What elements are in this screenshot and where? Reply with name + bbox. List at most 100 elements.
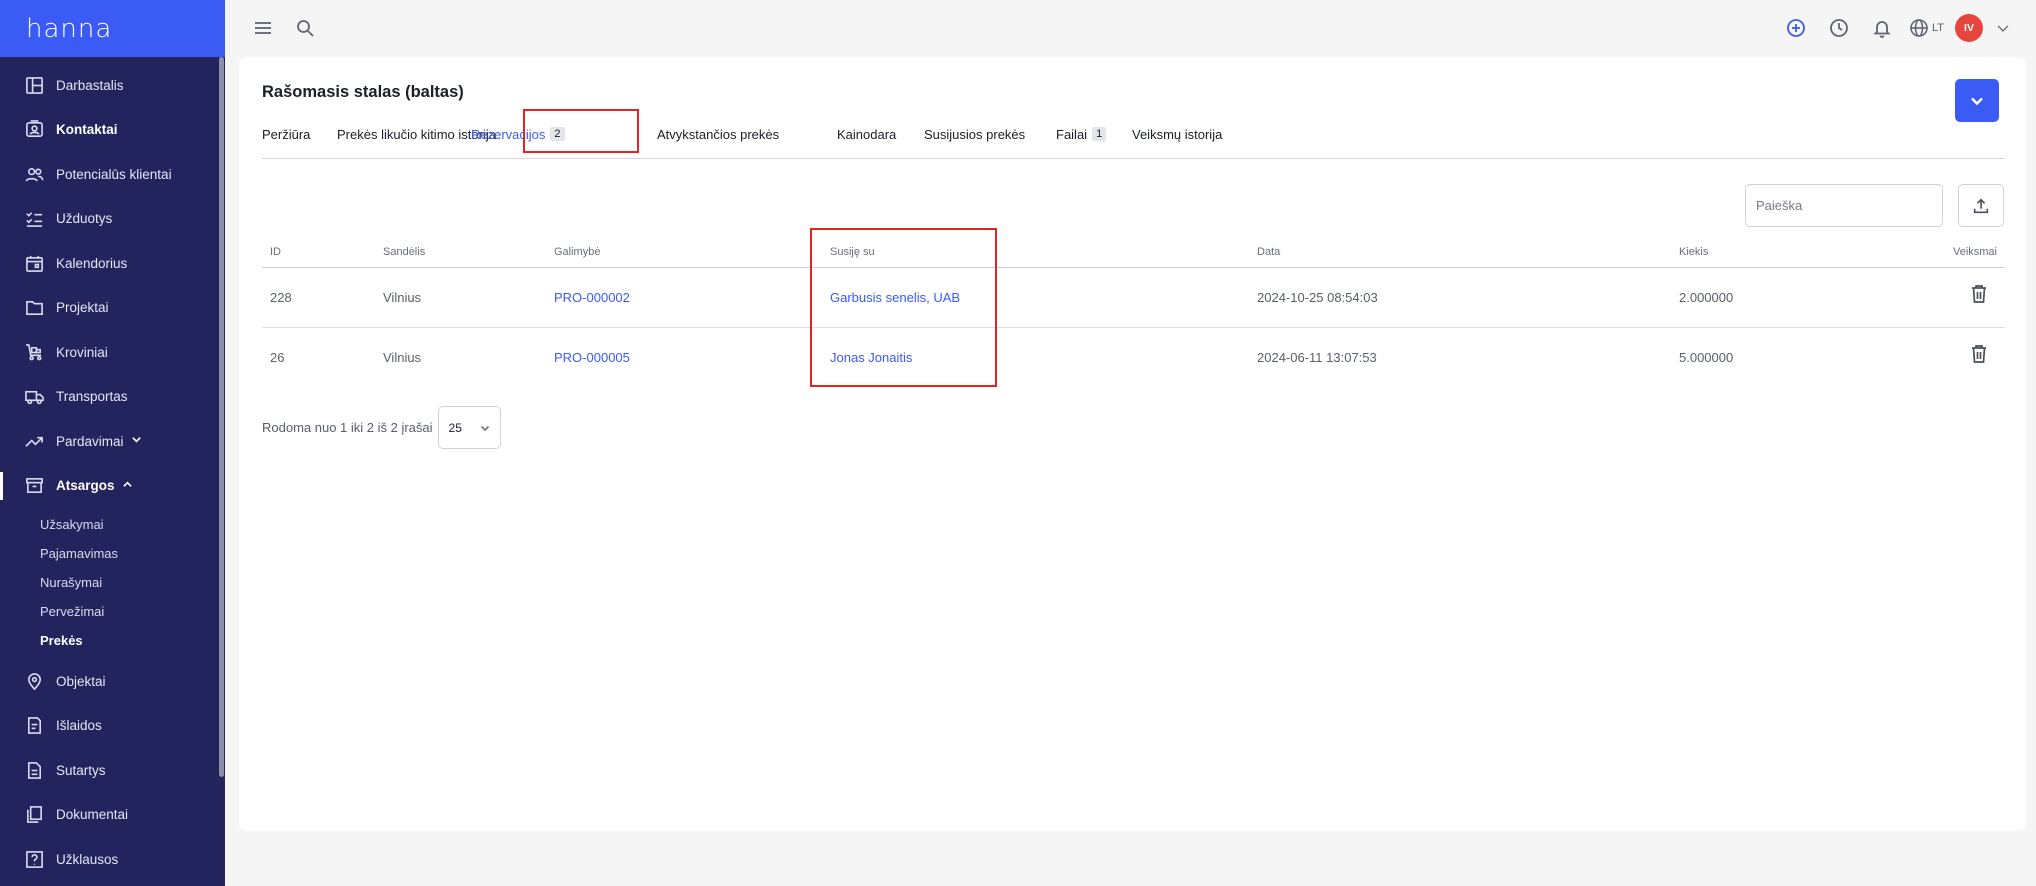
logo-bar: hanna bbox=[0, 0, 225, 57]
global-search-button[interactable] bbox=[289, 12, 321, 44]
truck-icon bbox=[24, 387, 44, 407]
column-header-warehouse[interactable]: Sandėlis bbox=[383, 246, 425, 258]
cell-id: 26 bbox=[270, 350, 285, 365]
delete-button[interactable] bbox=[1970, 284, 1988, 306]
search-input[interactable] bbox=[1756, 198, 1932, 213]
sidebar-item-label: Kroviniai bbox=[56, 344, 108, 360]
page-title: Rašomasis stalas (baltas) bbox=[262, 83, 464, 101]
column-header-option[interactable]: Galimybė bbox=[554, 246, 600, 258]
submenu-item-prekes[interactable]: Prekės bbox=[0, 626, 225, 655]
chevron-down-icon bbox=[480, 425, 489, 431]
sidebar-item-atsargos[interactable]: Atsargos bbox=[0, 464, 225, 509]
submenu-item-nurasymai[interactable]: Nurašymai bbox=[0, 568, 225, 597]
submenu-item-uzsakymai[interactable]: Užsakymai bbox=[0, 510, 225, 539]
pagination: Rodoma nuo 1 iki 2 iš 2 įrašai 25 bbox=[262, 406, 501, 449]
highlight-box-related-column bbox=[810, 228, 997, 387]
atsargos-submenu: Užsakymai Pajamavimas Nurašymai Pervežim… bbox=[0, 508, 225, 659]
sidebar-item-label: Kontaktai bbox=[56, 122, 118, 138]
sidebar-item-transportas[interactable]: Transportas bbox=[0, 375, 225, 420]
menu-toggle-button[interactable] bbox=[247, 12, 279, 44]
sidebar-item-kontaktai[interactable]: Kontaktai bbox=[0, 108, 225, 153]
tab-perziura[interactable]: Peržiūra bbox=[262, 109, 310, 159]
bell-icon bbox=[1873, 21, 1891, 38]
plus-circle-icon bbox=[1787, 19, 1805, 37]
submenu-item-pervezimai[interactable]: Pervežimai bbox=[0, 597, 225, 626]
sidebar-item-label: Potencialūs klientai bbox=[56, 166, 172, 182]
tab-label: Kainodara bbox=[837, 126, 897, 142]
receipt-icon bbox=[24, 716, 44, 736]
language-selector[interactable]: LT bbox=[1909, 18, 1944, 38]
dashboard-icon bbox=[24, 75, 44, 95]
tab-susijusios-prekes[interactable]: Susijusios prekės bbox=[924, 109, 1025, 159]
sidebar-item-darbastalis[interactable]: Darbastalis bbox=[0, 63, 225, 108]
product-card: Rašomasis stalas (baltas) Peržiūra Prekė… bbox=[239, 57, 2026, 831]
page-size-select[interactable]: 25 bbox=[437, 406, 501, 449]
time-tracker-button[interactable] bbox=[1823, 12, 1855, 44]
archive-icon bbox=[24, 476, 44, 496]
chevron-down-icon bbox=[1971, 97, 1983, 105]
sidebar-item-islaidos[interactable]: Išlaidos bbox=[0, 704, 225, 749]
people-icon bbox=[24, 164, 44, 184]
location-icon bbox=[24, 671, 44, 691]
delete-button[interactable] bbox=[1970, 344, 1988, 366]
sidebar-item-uzduotys[interactable]: Užduotys bbox=[0, 197, 225, 242]
trash-icon bbox=[1972, 345, 1986, 363]
cell-option-link[interactable]: PRO-000005 bbox=[554, 350, 630, 365]
sidebar-item-projektai[interactable]: Projektai bbox=[0, 286, 225, 331]
table-header: ID Sandėlis Galimybė Susiję su Data Kiek… bbox=[262, 234, 2005, 268]
reservations-table: ID Sandėlis Galimybė Susiję su Data Kiek… bbox=[262, 234, 2005, 388]
search-box[interactable] bbox=[1745, 184, 1943, 227]
tab-kainodara[interactable]: Kainodara bbox=[837, 109, 896, 159]
sidebar-item-objektai[interactable]: Objektai bbox=[0, 659, 225, 704]
cell-date: 2024-06-11 13:07:53 bbox=[1257, 350, 1377, 365]
tab-veiksmu-istorija[interactable]: Veiksmų istorija bbox=[1132, 109, 1222, 159]
sidebar-item-pardavimai[interactable]: Pardavimai bbox=[0, 419, 225, 464]
pagination-info: Rodoma nuo 1 iki 2 iš 2 įrašai bbox=[262, 420, 433, 435]
cell-option-link[interactable]: PRO-000002 bbox=[554, 290, 630, 305]
sidebar-item-label: Objektai bbox=[56, 673, 106, 689]
globe-icon bbox=[1910, 19, 1928, 37]
tab-failai[interactable]: Failai 1 bbox=[1056, 109, 1107, 159]
help-icon bbox=[24, 849, 44, 869]
sidebar-item-dokumentai[interactable]: Dokumentai bbox=[0, 793, 225, 838]
notifications-button[interactable] bbox=[1866, 12, 1898, 44]
sidebar-item-label: Dokumentai bbox=[56, 807, 129, 823]
sidebar-item-kroviniai[interactable]: Kroviniai bbox=[0, 330, 225, 375]
column-header-qty[interactable]: Kiekis bbox=[1679, 246, 1708, 258]
column-header-date[interactable]: Data bbox=[1257, 246, 1280, 258]
tab-label: Susijusios prekės bbox=[924, 126, 1026, 142]
sidebar-item-uzklausos[interactable]: Užklausos bbox=[0, 837, 225, 882]
hamburger-icon bbox=[255, 22, 271, 34]
document-icon bbox=[24, 760, 44, 780]
column-header-id[interactable]: ID bbox=[270, 246, 281, 258]
logo[interactable]: hanna bbox=[26, 14, 112, 44]
user-menu-button[interactable] bbox=[1994, 12, 2012, 44]
tab-atvykstancios-prekes[interactable]: Atvykstančios prekės bbox=[657, 109, 779, 159]
add-button[interactable] bbox=[1780, 12, 1812, 44]
tab-label: Failai bbox=[1056, 126, 1088, 142]
count-badge: 1 bbox=[1092, 127, 1107, 141]
chevron-down-icon bbox=[1997, 25, 2009, 32]
clock-icon bbox=[1830, 19, 1848, 37]
cell-qty: 2.000000 bbox=[1679, 290, 1734, 305]
topbar: LT IV bbox=[225, 0, 2036, 57]
sidebar-item-label: Užduotys bbox=[56, 211, 113, 227]
column-header-actions: Veiksmai bbox=[1952, 246, 1997, 258]
avatar[interactable]: IV bbox=[1955, 14, 1983, 42]
export-button[interactable] bbox=[1958, 184, 2004, 227]
sidebar-item-sutartys[interactable]: Sutartys bbox=[0, 748, 225, 793]
sidebar-item-kalendorius[interactable]: Kalendorius bbox=[0, 241, 225, 286]
search-icon bbox=[297, 20, 314, 37]
sidebar-item-label: Pardavimai bbox=[56, 433, 124, 449]
sidebar-item-label: Atsargos bbox=[56, 478, 115, 494]
submenu-item-pajamavimas[interactable]: Pajamavimas bbox=[0, 539, 225, 568]
contacts-icon bbox=[24, 120, 44, 140]
trash-icon bbox=[1972, 285, 1986, 303]
upload-icon bbox=[1973, 198, 1989, 213]
cell-warehouse: Vilnius bbox=[383, 290, 422, 305]
language-label: LT bbox=[1931, 22, 1944, 34]
sidebar-item-label: Kalendorius bbox=[56, 255, 128, 271]
sidebar-item-label: Išlaidos bbox=[56, 718, 102, 734]
sidebar-item-potencialus-klientai[interactable]: Potencialūs klientai bbox=[0, 152, 225, 197]
sidebar-item-label: Užklausos bbox=[56, 851, 119, 867]
